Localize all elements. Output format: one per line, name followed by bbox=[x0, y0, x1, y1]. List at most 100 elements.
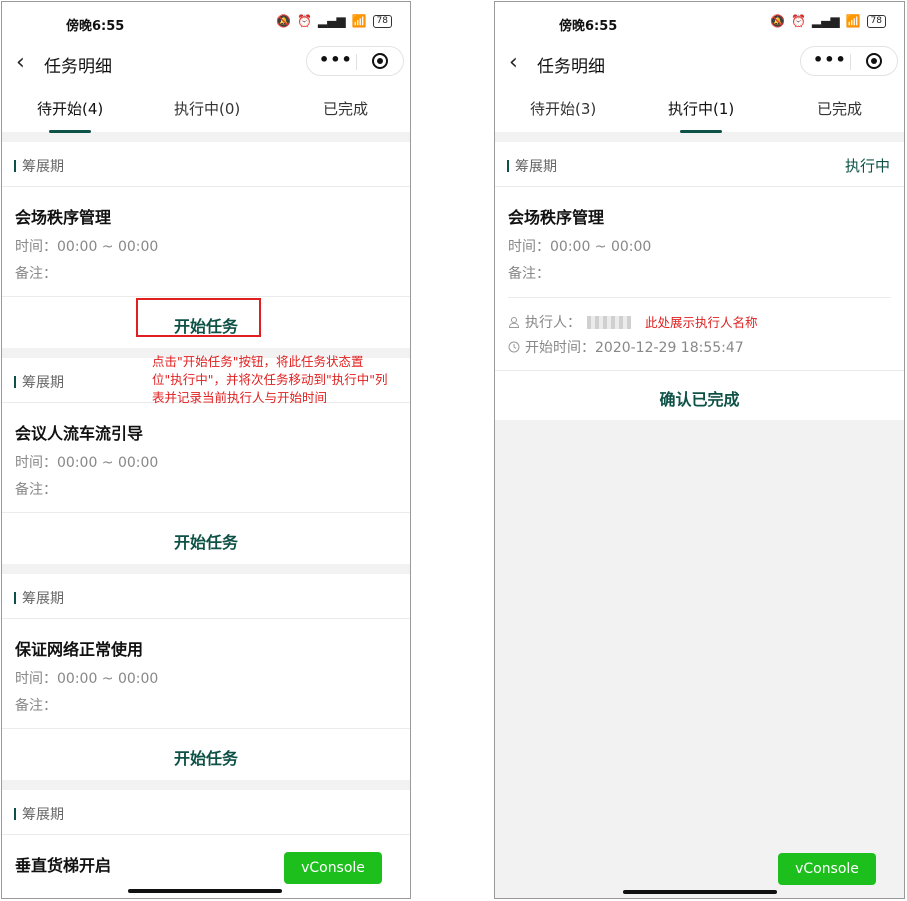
more-dots-icon[interactable]: ••• bbox=[813, 50, 847, 69]
start-task-button[interactable]: 开始任务 bbox=[2, 745, 410, 769]
tab-completed[interactable]: 已完成 bbox=[323, 98, 368, 119]
battery-icon: 78 bbox=[866, 14, 886, 28]
nav-bar: ‹ 任务明细 ••• bbox=[2, 46, 410, 86]
time-label: 时间： bbox=[15, 671, 57, 687]
divider bbox=[2, 186, 410, 187]
status-icons: 🔕 ⏰ ▂▄▆ 📶 78 bbox=[770, 14, 886, 28]
task-time: 时间：00:00 ~ 00:00 bbox=[15, 452, 158, 472]
task-card: 筹展期 执行中 会场秩序管理 时间：00:00 ~ 00:00 备注： 执行人：… bbox=[495, 142, 904, 420]
task-title: 保证网络正常使用 bbox=[15, 640, 144, 659]
mini-program-capsule: ••• bbox=[800, 46, 898, 76]
executor-row: 执行人： 此处展示执行人名称 bbox=[508, 312, 758, 332]
time-label: 时间： bbox=[508, 239, 550, 255]
divider bbox=[2, 296, 410, 297]
tab-label: 执行中(0) bbox=[174, 100, 241, 118]
task-time: 时间：00:00 ~ 00:00 bbox=[15, 668, 158, 688]
tab-bar: 待开始(4) 执行中(0) 已完成 bbox=[2, 86, 410, 133]
task-title: 会场秩序管理 bbox=[508, 208, 605, 227]
phase-label: 筹展期 bbox=[507, 156, 557, 176]
start-time-row: 开始时间：2020-12-29 18:55:47 bbox=[508, 337, 744, 357]
task-title: 会场秩序管理 bbox=[15, 208, 112, 227]
time-value: 00:00 ~ 00:00 bbox=[57, 671, 159, 687]
status-badge: 执行中 bbox=[844, 157, 890, 175]
tab-completed[interactable]: 已完成 bbox=[817, 98, 862, 119]
page-title: 任务明细 bbox=[537, 57, 605, 77]
tab-label: 已完成 bbox=[817, 100, 863, 118]
back-arrow-icon[interactable]: ‹ bbox=[509, 50, 518, 75]
time-value: 00:00 ~ 00:00 bbox=[57, 455, 159, 471]
status-bar: 傍晚6:55 🔕 ⏰ ▂▄▆ 📶 78 bbox=[495, 2, 904, 46]
task-title: 会议人流车流引导 bbox=[15, 424, 144, 443]
home-indicator bbox=[128, 889, 282, 893]
mute-icon: 🔕 bbox=[770, 14, 785, 28]
time-label: 时间： bbox=[15, 455, 57, 471]
tab-in-progress[interactable]: 执行中(1) bbox=[668, 98, 735, 133]
more-dots-icon[interactable]: ••• bbox=[319, 50, 353, 69]
vconsole-button[interactable]: vConsole bbox=[284, 852, 382, 884]
close-target-icon[interactable] bbox=[866, 53, 882, 69]
back-arrow-icon[interactable]: ‹ bbox=[16, 50, 25, 75]
tab-label: 待开始(4) bbox=[37, 100, 104, 118]
nav-bar: ‹ 任务明细 ••• bbox=[495, 46, 904, 86]
task-note: 备注： bbox=[508, 266, 550, 282]
executor-label: 执行人： bbox=[525, 315, 581, 331]
status-icons: 🔕 ⏰ ▂▄▆ 📶 78 bbox=[276, 14, 392, 28]
task-note: 备注： bbox=[15, 698, 57, 714]
battery-icon: 78 bbox=[372, 14, 392, 28]
phase-label: 筹展期 bbox=[14, 588, 64, 608]
tab-pending[interactable]: 待开始(4) bbox=[37, 98, 104, 133]
start-task-button[interactable]: 开始任务 bbox=[2, 529, 410, 553]
time-value: 00:00 ~ 00:00 bbox=[57, 239, 159, 255]
tab-label: 已完成 bbox=[323, 100, 369, 118]
divider bbox=[2, 834, 410, 835]
mute-icon: 🔕 bbox=[276, 14, 291, 28]
right-phone-screen: 傍晚6:55 🔕 ⏰ ▂▄▆ 📶 78 ‹ 任务明细 ••• 待开始(3) 执行… bbox=[494, 1, 905, 899]
status-time: 傍晚6:55 bbox=[66, 19, 125, 34]
divider bbox=[508, 297, 891, 298]
capsule-divider bbox=[356, 54, 357, 70]
phase-label: 筹展期 bbox=[14, 156, 64, 176]
vconsole-button[interactable]: vConsole bbox=[778, 853, 876, 885]
mini-program-capsule: ••• bbox=[306, 46, 404, 76]
divider bbox=[495, 370, 904, 371]
divider bbox=[2, 618, 410, 619]
task-time: 时间：00:00 ~ 00:00 bbox=[15, 236, 158, 256]
left-phone-screen: 傍晚6:55 🔕 ⏰ ▂▄▆ 📶 78 ‹ 任务明细 ••• 待开始(4) 执行… bbox=[1, 1, 411, 899]
tab-active-underline bbox=[680, 130, 723, 133]
divider bbox=[495, 186, 904, 187]
tab-bar: 待开始(3) 执行中(1) 已完成 bbox=[495, 86, 904, 133]
executor-annotation: 此处展示执行人名称 bbox=[645, 315, 758, 330]
tab-active-underline bbox=[49, 130, 92, 133]
wifi-icon: 📶 bbox=[845, 14, 861, 28]
close-target-icon[interactable] bbox=[372, 53, 388, 69]
signal-icon: ▂▄▆ bbox=[317, 14, 346, 28]
tab-label: 执行中(1) bbox=[668, 100, 735, 118]
time-label: 时间： bbox=[15, 239, 57, 255]
status-time: 傍晚6:55 bbox=[559, 19, 618, 34]
start-time-value: 2020-12-29 18:55:47 bbox=[595, 340, 744, 356]
annotation-text: 点击"开始任务"按钮，将此任务状态置位"执行中"，并将次任务移动到"执行中"列表… bbox=[152, 354, 388, 405]
annotation-highlight-box bbox=[136, 298, 261, 337]
tab-in-progress[interactable]: 执行中(0) bbox=[174, 98, 240, 119]
task-note: 备注： bbox=[15, 266, 57, 282]
wifi-icon: 📶 bbox=[351, 14, 367, 28]
executor-name-redacted bbox=[587, 316, 631, 329]
capsule-divider bbox=[850, 54, 851, 70]
divider bbox=[2, 512, 410, 513]
divider bbox=[2, 728, 410, 729]
phase-label: 筹展期 bbox=[14, 372, 64, 392]
task-note: 备注： bbox=[15, 482, 57, 498]
task-time: 时间：00:00 ~ 00:00 bbox=[508, 236, 651, 256]
confirm-complete-button[interactable]: 确认已完成 bbox=[495, 386, 904, 410]
start-time-label: 开始时间： bbox=[525, 340, 595, 356]
task-title: 垂直货梯开启 bbox=[15, 856, 112, 875]
home-indicator bbox=[623, 890, 777, 894]
alarm-icon: ⏰ bbox=[296, 14, 312, 28]
tab-pending[interactable]: 待开始(3) bbox=[530, 98, 596, 119]
person-icon bbox=[508, 317, 520, 328]
page-title: 任务明细 bbox=[44, 57, 112, 77]
signal-icon: ▂▄▆ bbox=[811, 14, 840, 28]
clock-icon bbox=[508, 341, 520, 353]
task-card: 筹展期 保证网络正常使用 时间：00:00 ~ 00:00 备注： 开始任务 bbox=[2, 574, 410, 780]
alarm-icon: ⏰ bbox=[790, 14, 806, 28]
